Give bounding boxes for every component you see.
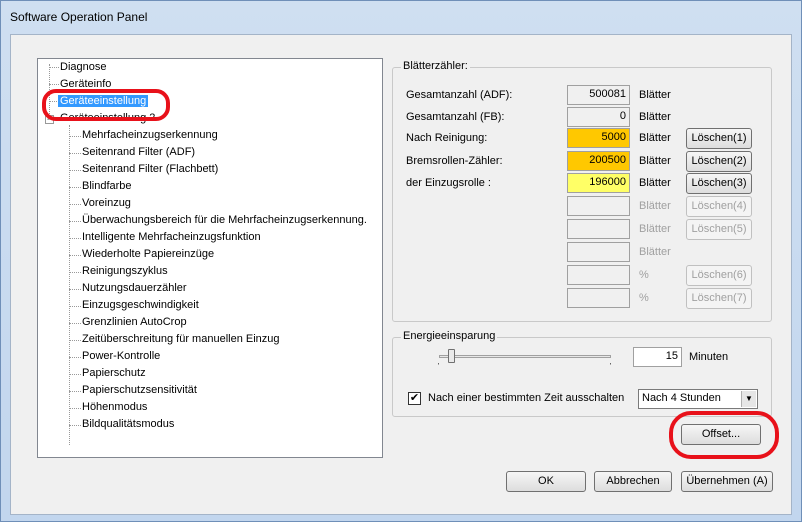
power-off-time-value: Nach 4 Stunden <box>642 392 721 404</box>
tree-child-item[interactable]: Bildqualitätsmodus <box>82 417 174 432</box>
energy-saving-legend: Energieeinsparung <box>401 330 498 342</box>
counter-unit-label: Blätter <box>639 111 671 123</box>
reset-counter-button[interactable]: Löschen(1) <box>686 128 752 149</box>
tree-child-item[interactable]: Papierschutz <box>82 366 146 381</box>
ok-button[interactable]: OK <box>506 471 586 492</box>
counter-row-label: Gesamtanzahl (ADF): <box>406 89 513 101</box>
tree-connector <box>69 357 81 358</box>
counter-unit-label: Blätter <box>639 200 671 212</box>
counter-unit-label: Blätter <box>639 177 671 189</box>
tree-child-item[interactable]: Seitenrand Filter (ADF) <box>82 145 195 160</box>
apply-button[interactable]: Übernehmen (A) <box>681 471 773 492</box>
counter-unit-label: Blätter <box>639 223 671 235</box>
counter-unit-label: Blätter <box>639 246 671 258</box>
tree-child-item[interactable]: Zeitüberschreitung für manuellen Einzug <box>82 332 280 347</box>
reset-counter-button[interactable]: Löschen(3) <box>686 173 752 194</box>
tree-connector <box>69 204 81 205</box>
counter-unit-label: Blätter <box>639 132 671 144</box>
sheet-counter-legend: Blätterzähler: <box>401 60 470 72</box>
counter-value-field: 5000 <box>567 128 630 148</box>
tree-connector <box>69 153 81 154</box>
reset-counter-button[interactable]: Löschen(7) <box>686 288 752 309</box>
cancel-button[interactable]: Abbrechen <box>594 471 672 492</box>
counter-value-field: 196000 <box>567 173 630 193</box>
tree-child-item[interactable]: Papierschutzsensitivität <box>82 383 197 398</box>
slider-tick: ' <box>438 363 440 370</box>
tree-connector <box>69 408 81 409</box>
reset-counter-button[interactable]: Löschen(2) <box>686 151 752 172</box>
tree-connector <box>69 391 81 392</box>
tree-child-item[interactable]: Höhenmodus <box>82 400 147 415</box>
counter-value-field <box>567 288 630 308</box>
dialog-client-area: Diagnose Geräteinfo Geräteeinstellung − … <box>10 34 792 515</box>
counter-value-field: 0 <box>567 107 630 127</box>
tree-connector <box>69 255 81 256</box>
tree-connector <box>69 306 81 307</box>
reset-counter-button[interactable]: Löschen(4) <box>686 196 752 217</box>
tree-connector <box>69 170 81 171</box>
chevron-down-icon[interactable]: ▼ <box>741 391 756 407</box>
counter-value-field <box>567 265 630 285</box>
highlight-ring-offset <box>669 411 779 459</box>
power-off-time-select[interactable]: Nach 4 Stunden ▼ <box>638 389 758 409</box>
tree-child-item[interactable]: Einzugsgeschwindigkeit <box>82 298 199 313</box>
window-title: Software Operation Panel <box>10 10 148 24</box>
counter-row-label: der Einzugsrolle : <box>406 177 491 189</box>
counter-value-field: 200500 <box>567 151 630 171</box>
tree-connector <box>69 187 81 188</box>
tree-child-line <box>69 125 70 445</box>
tree-child-item[interactable]: Seitenrand Filter (Flachbett) <box>82 162 218 177</box>
tree-child-item[interactable]: Grenzlinien AutoCrop <box>82 315 187 330</box>
tree-connector <box>49 67 59 68</box>
tree-connector <box>69 136 81 137</box>
counter-unit-label: % <box>639 292 649 304</box>
minutes-label: Minuten <box>689 351 729 363</box>
counter-unit-label: % <box>639 269 649 281</box>
counter-value-field <box>567 242 630 262</box>
counter-row-label: Bremsrollen-Zähler: <box>406 155 503 167</box>
counter-row-label: Nach Reinigung: <box>406 132 488 144</box>
tree-connector <box>69 374 81 375</box>
tree-item-diagnose[interactable]: Diagnose <box>60 60 106 75</box>
counter-unit-label: Blätter <box>639 89 671 101</box>
counter-value-field: 500081 <box>567 85 630 105</box>
energy-slider-track[interactable] <box>439 355 611 358</box>
tree-connector <box>69 323 81 324</box>
tree-child-item[interactable]: Reinigungszyklus <box>82 264 168 279</box>
highlight-ring-tree <box>42 89 170 121</box>
app-window: Software Operation Panel Diagnose Geräte… <box>0 0 802 522</box>
tree-connector <box>69 289 81 290</box>
tree-child-item[interactable]: Voreinzug <box>82 196 131 211</box>
reset-counter-button[interactable]: Löschen(5) <box>686 219 752 240</box>
tree-child-item[interactable]: Überwachungsbereich für die Mehrfacheinz… <box>82 213 367 228</box>
counter-value-field <box>567 196 630 216</box>
counter-row-label: Gesamtanzahl (FB): <box>406 111 505 123</box>
auto-power-off-checkbox[interactable]: ✔ <box>408 392 421 405</box>
energy-slider-thumb[interactable] <box>448 349 455 363</box>
tree-child-item[interactable]: Blindfarbe <box>82 179 132 194</box>
tree-connector <box>69 221 81 222</box>
tree-connector <box>69 238 81 239</box>
tree-child-item[interactable]: Mehrfacheinzugserkennung <box>82 128 218 143</box>
tree-connector <box>69 340 81 341</box>
reset-counter-button[interactable]: Löschen(6) <box>686 265 752 286</box>
tree-connector <box>69 272 81 273</box>
slider-tick: ' <box>610 363 612 370</box>
minutes-value-field: 15 <box>633 347 682 367</box>
tree-child-item[interactable]: Wiederholte Papiereinzüge <box>82 247 214 262</box>
counter-value-field <box>567 219 630 239</box>
tree-connector <box>69 425 81 426</box>
counter-unit-label: Blätter <box>639 155 671 167</box>
tree-connector <box>49 84 59 85</box>
tree-child-item[interactable]: Intelligente Mehrfacheinzugsfunktion <box>82 230 261 245</box>
tree-child-item[interactable]: Power-Kontrolle <box>82 349 160 364</box>
auto-power-off-label[interactable]: Nach einer bestimmten Zeit ausschalten <box>428 392 624 404</box>
tree-child-item[interactable]: Nutzungsdauerzähler <box>82 281 187 296</box>
